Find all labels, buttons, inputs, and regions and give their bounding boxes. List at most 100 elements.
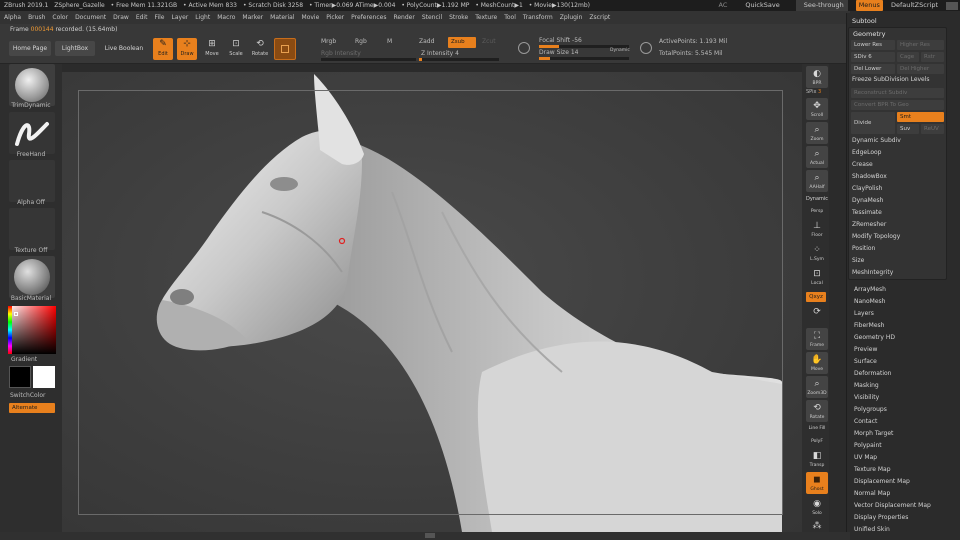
geo-item-zremesher[interactable]: ZRemesher	[852, 219, 886, 231]
reuv-button[interactable]: ReUV	[921, 124, 944, 134]
section-uv-map[interactable]: UV Map	[854, 452, 877, 464]
geo-item-dynamesh[interactable]: DynaMesh	[852, 195, 883, 207]
geo-item-tessimate[interactable]: Tessimate	[852, 207, 882, 219]
geo-item-modify-topology[interactable]: Modify Topology	[852, 231, 900, 243]
section-displacement-map[interactable]: Displacement Map	[854, 476, 910, 488]
live-boolean-button[interactable]: Live Boolean	[100, 41, 148, 56]
menu-render[interactable]: Render	[393, 11, 414, 24]
lsym-button[interactable]: ⊡ Local	[806, 266, 828, 288]
divide-button[interactable]: Divide	[851, 112, 895, 134]
move-button[interactable]: ⊞ Move	[202, 38, 222, 60]
aahalf-button[interactable]: ⌕ AAHalf	[806, 170, 828, 192]
menu-brush[interactable]: Brush	[28, 11, 45, 24]
geo-item-dynamic-subdiv[interactable]: Dynamic Subdiv	[852, 135, 901, 147]
geo-item-edgeloop[interactable]: EdgeLoop	[852, 147, 882, 159]
menu-stencil[interactable]: Stencil	[422, 11, 442, 24]
suv-toggle[interactable]: Suv	[897, 124, 919, 134]
m-button[interactable]: M	[387, 38, 392, 45]
menu-preferences[interactable]: Preferences	[351, 11, 386, 24]
menu-color[interactable]: Color	[52, 11, 68, 24]
spix-readout[interactable]: SPix 3	[806, 89, 821, 95]
menus-button[interactable]: Menus	[855, 0, 883, 11]
menu-draw[interactable]: Draw	[113, 11, 129, 24]
lightbox-button[interactable]: LightBox	[55, 41, 95, 56]
menu-texture[interactable]: Texture	[475, 11, 497, 24]
menu-file[interactable]: File	[154, 11, 164, 24]
see-through-slider[interactable]: See-through 0	[795, 0, 860, 11]
scale-button[interactable]: ⊡ Scale	[226, 38, 246, 60]
mrgb-button[interactable]: Mrgb	[321, 38, 336, 45]
section-fibermesh[interactable]: FiberMesh	[854, 320, 884, 332]
menu-stroke[interactable]: Stroke	[449, 11, 468, 24]
rgb-intensity-slider[interactable]	[321, 58, 416, 61]
geo-item-size[interactable]: Size	[852, 255, 864, 267]
bpr-button[interactable]: ◐ BPR	[806, 66, 828, 88]
cage-button[interactable]: Cage	[897, 52, 919, 62]
reconstruct-subdiv-button[interactable]: Reconstruct Subdiv	[851, 88, 944, 98]
section-polypaint[interactable]: Polypaint	[854, 440, 882, 452]
zoom3d-button[interactable]: ⌕ Zoom3D	[806, 376, 828, 398]
sdiv-slider[interactable]: SDiv 6	[851, 52, 895, 62]
section-layers[interactable]: Layers	[854, 308, 874, 320]
convert-bpr-button[interactable]: Convert BPR To Geo	[851, 100, 944, 110]
draw-size-slider[interactable]	[539, 57, 629, 60]
linefill-button[interactable]: Line Fill PolyF	[806, 424, 828, 446]
primary-color-swatch[interactable]	[9, 366, 31, 388]
section-polygroups[interactable]: Polygroups	[854, 404, 887, 416]
actual-button[interactable]: ⌕ Actual	[806, 146, 828, 168]
del-higher-button[interactable]: Del Higher	[897, 64, 944, 74]
menu-tool[interactable]: Tool	[504, 11, 516, 24]
zadd-button[interactable]: Zadd	[419, 38, 434, 45]
geometry-header[interactable]: Geometry	[853, 30, 885, 38]
section-nanomesh[interactable]: NanoMesh	[854, 296, 885, 308]
menu-layer[interactable]: Layer	[172, 11, 189, 24]
persp-button[interactable]: Dynamic Persp	[806, 194, 828, 216]
section-masking[interactable]: Masking	[854, 380, 879, 392]
dynamic-button[interactable]: Dynamic	[610, 48, 630, 53]
section-vector-displacement-map[interactable]: Vector Displacement Map	[854, 500, 931, 512]
stroke-thumbnail[interactable]	[9, 112, 55, 154]
menu-document[interactable]: Document	[75, 11, 106, 24]
menu-alpha[interactable]: Alpha	[4, 11, 21, 24]
rotate-view-button[interactable]: ⟲ Rotate	[806, 400, 828, 422]
brush-thumbnail[interactable]	[9, 64, 55, 106]
section-texture-map[interactable]: Texture Map	[854, 464, 891, 476]
section-deformation[interactable]: Deformation	[854, 368, 891, 380]
section-unified-skin[interactable]: Unified Skin	[854, 524, 890, 536]
menu-movie[interactable]: Movie	[302, 11, 320, 24]
color-picker[interactable]	[8, 306, 56, 354]
smt-toggle[interactable]: Smt	[897, 112, 944, 122]
default-zscript-button[interactable]: DefaultZScript	[891, 0, 938, 11]
section-visibility[interactable]: Visibility	[854, 392, 879, 404]
subtool-header[interactable]: Subtool	[852, 17, 877, 25]
menu-transform[interactable]: Transform	[523, 11, 553, 24]
section-preview[interactable]: Preview	[854, 344, 877, 356]
draw-button[interactable]: ⊹ Draw	[177, 38, 197, 60]
solo-button[interactable]: ◉ Solo	[806, 496, 828, 518]
zcut-button[interactable]: Zcut	[482, 38, 496, 45]
geo-item-shadowbox[interactable]: ShadowBox	[852, 171, 887, 183]
move-view-button[interactable]: ✋ Move	[806, 352, 828, 374]
geo-item-claypolish[interactable]: ClayPolish	[852, 183, 882, 195]
section-geometry-hd[interactable]: Geometry HD	[854, 332, 895, 344]
menu-zscript[interactable]: Zscript	[589, 11, 610, 24]
section-arraymesh[interactable]: ArrayMesh	[854, 284, 886, 296]
menu-material[interactable]: Material	[270, 11, 294, 24]
section-normal-map[interactable]: Normal Map	[854, 488, 890, 500]
section-morph-target[interactable]: Morph Target	[854, 428, 893, 440]
del-lower-button[interactable]: Del Lower	[851, 64, 895, 74]
menu-zplugin[interactable]: Zplugin	[560, 11, 583, 24]
geo-item-position[interactable]: Position	[852, 243, 875, 255]
zoom-button[interactable]: ⌕ Zoom	[806, 122, 828, 144]
menu-picker[interactable]: Picker	[326, 11, 344, 24]
rgb-button[interactable]: Rgb	[355, 38, 367, 45]
polyframe-toggle[interactable]	[274, 38, 296, 60]
rotate-button[interactable]: ⟲ Rotate	[250, 38, 270, 60]
geo-item-meshintegrity[interactable]: MeshIntegrity	[852, 267, 893, 279]
alpha-thumbnail[interactable]	[9, 160, 55, 202]
frame-button[interactable]: ⛶ Frame	[806, 328, 828, 350]
lower-res-button[interactable]: Lower Res	[851, 40, 895, 50]
scroll-button[interactable]: ✥ Scroll	[806, 98, 828, 120]
secondary-color-swatch[interactable]	[33, 366, 55, 388]
alternate-button[interactable]: Alternate	[9, 403, 55, 413]
